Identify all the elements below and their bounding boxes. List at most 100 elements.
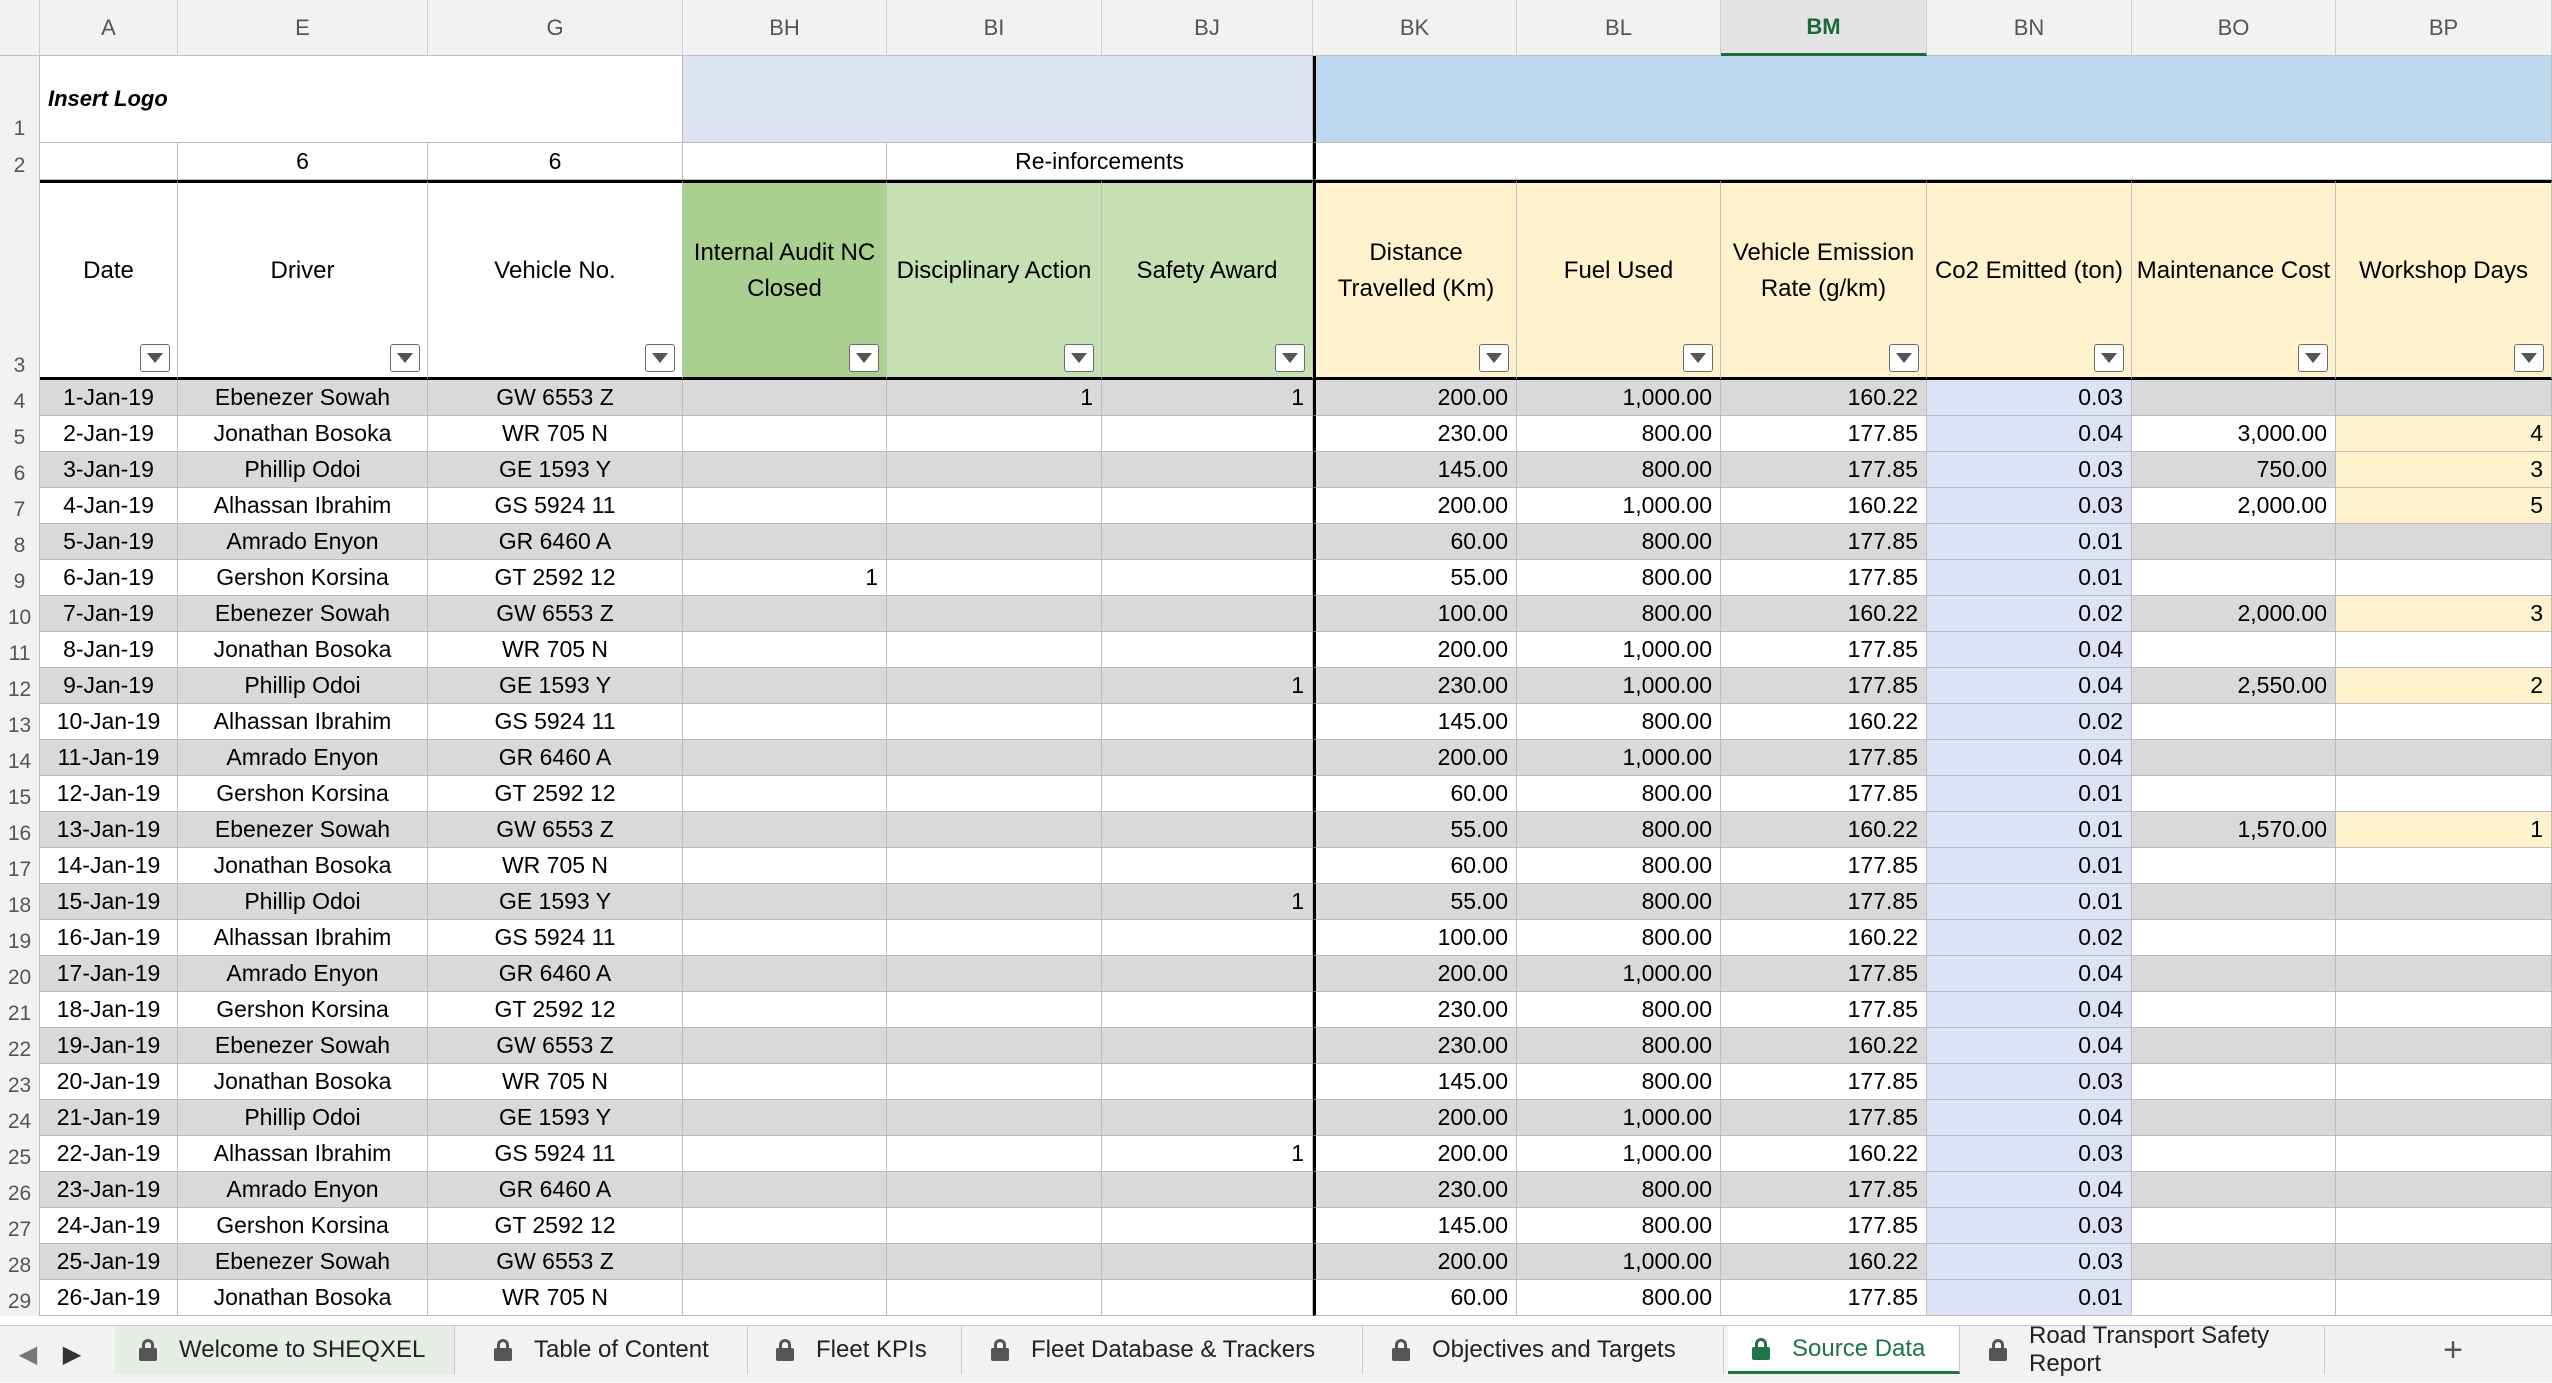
cell-d[interactable]: 26-Jan-19 — [40, 1280, 178, 1316]
cell-co2[interactable]: 0.01 — [1927, 812, 2132, 848]
row-header[interactable]: 18 — [0, 884, 40, 920]
cell-drv[interactable]: Gershon Korsina — [178, 560, 428, 596]
cell-co2[interactable]: 0.01 — [1927, 524, 2132, 560]
filter-dropdown-icon[interactable] — [2094, 344, 2124, 372]
cell-cost[interactable] — [2132, 1100, 2336, 1136]
cell-dist[interactable]: 200.00 — [1313, 1244, 1517, 1280]
cell-veh[interactable]: GW 6553 Z — [428, 596, 683, 632]
cell-award[interactable] — [1102, 452, 1313, 488]
cell-co2[interactable]: 0.01 — [1927, 1280, 2132, 1316]
cell-award[interactable] — [1102, 1244, 1313, 1280]
cell-nc[interactable] — [683, 812, 887, 848]
cell-fuel[interactable]: 800.00 — [1517, 1028, 1721, 1064]
cell-days[interactable] — [2336, 1172, 2552, 1208]
cell-nc[interactable] — [683, 956, 887, 992]
cell-d[interactable]: 20-Jan-19 — [40, 1064, 178, 1100]
cell-fuel[interactable]: 800.00 — [1517, 596, 1721, 632]
cell-co2[interactable]: 0.03 — [1927, 488, 2132, 524]
cell-drv[interactable]: Ebenezer Sowah — [178, 812, 428, 848]
cell-co2[interactable]: 0.01 — [1927, 848, 2132, 884]
cell-drv[interactable]: Amrado Enyon — [178, 1172, 428, 1208]
row-header[interactable]: 16 — [0, 812, 40, 848]
cell-disc[interactable] — [887, 992, 1102, 1028]
cell-drv[interactable]: Gershon Korsina — [178, 776, 428, 812]
cell-rate[interactable]: 177.85 — [1721, 740, 1927, 776]
cell-dist[interactable]: 200.00 — [1313, 956, 1517, 992]
cell-cost[interactable] — [2132, 704, 2336, 740]
row-header[interactable]: 6 — [0, 452, 40, 488]
cell-drv[interactable]: Alhassan Ibrahim — [178, 704, 428, 740]
cell-veh[interactable]: WR 705 N — [428, 1064, 683, 1100]
cell-dist[interactable]: 230.00 — [1313, 668, 1517, 704]
cell-days[interactable]: 5 — [2336, 488, 2552, 524]
cell-nc[interactable] — [683, 668, 887, 704]
cell-rate[interactable]: 177.85 — [1721, 1100, 1927, 1136]
cell-drv[interactable]: Alhassan Ibrahim — [178, 1136, 428, 1172]
cell-fuel[interactable]: 800.00 — [1517, 848, 1721, 884]
cell-disc[interactable] — [887, 1100, 1102, 1136]
cell-fuel[interactable]: 1,000.00 — [1517, 1100, 1721, 1136]
cell-veh[interactable]: WR 705 N — [428, 416, 683, 452]
sheet-tab-road-transport-safety-report[interactable]: Road Transport Safety Report — [1965, 1322, 2325, 1377]
cell-disc[interactable] — [887, 776, 1102, 812]
row-header[interactable]: 19 — [0, 920, 40, 956]
cell-dist[interactable]: 55.00 — [1313, 812, 1517, 848]
cell-disc[interactable] — [887, 1208, 1102, 1244]
cell-d[interactable]: 5-Jan-19 — [40, 524, 178, 560]
cell-co2[interactable]: 0.03 — [1927, 380, 2132, 416]
cell-drv[interactable]: Jonathan Bosoka — [178, 848, 428, 884]
cell-days[interactable] — [2336, 992, 2552, 1028]
cell-award[interactable] — [1102, 740, 1313, 776]
cell-dist[interactable]: 200.00 — [1313, 1100, 1517, 1136]
column-header-bk[interactable]: BK — [1313, 0, 1517, 56]
cell-days[interactable] — [2336, 1208, 2552, 1244]
cell-drv[interactable]: Ebenezer Sowah — [178, 380, 428, 416]
cell-rate[interactable]: 160.22 — [1721, 380, 1927, 416]
cell-award[interactable] — [1102, 1100, 1313, 1136]
cell-cost[interactable]: 3,000.00 — [2132, 416, 2336, 452]
sheet-tab-table-of-content[interactable]: Table of Content — [470, 1326, 748, 1374]
cell-co2[interactable]: 0.04 — [1927, 992, 2132, 1028]
cell-dist[interactable]: 200.00 — [1313, 632, 1517, 668]
cell-co2[interactable]: 0.04 — [1927, 416, 2132, 452]
row-header[interactable]: 12 — [0, 668, 40, 704]
cell-award[interactable] — [1102, 1172, 1313, 1208]
cell-disc[interactable] — [887, 1028, 1102, 1064]
cell-rate[interactable]: 177.85 — [1721, 1208, 1927, 1244]
cell-days[interactable] — [2336, 380, 2552, 416]
column-header-bp[interactable]: BP — [2336, 0, 2552, 56]
cell-days[interactable] — [2336, 740, 2552, 776]
cell-veh[interactable]: GS 5924 11 — [428, 704, 683, 740]
cell-disc[interactable] — [887, 704, 1102, 740]
cell-veh[interactable]: GS 5924 11 — [428, 920, 683, 956]
cell-d[interactable]: 14-Jan-19 — [40, 848, 178, 884]
cell-days[interactable] — [2336, 524, 2552, 560]
row-header[interactable]: 8 — [0, 524, 40, 560]
cell-disc[interactable] — [887, 416, 1102, 452]
row-header[interactable]: 26 — [0, 1172, 40, 1208]
column-header-bo[interactable]: BO — [2132, 0, 2336, 56]
cell-drv[interactable]: Jonathan Bosoka — [178, 1280, 428, 1316]
cell-veh[interactable]: GT 2592 12 — [428, 1208, 683, 1244]
cell-disc[interactable]: 1 — [887, 380, 1102, 416]
cell-fuel[interactable]: 1,000.00 — [1517, 1244, 1721, 1280]
cell-disc[interactable] — [887, 596, 1102, 632]
cell-nc[interactable] — [683, 1028, 887, 1064]
filter-dropdown-icon[interactable] — [1479, 344, 1509, 372]
row-header[interactable]: 5 — [0, 416, 40, 452]
row-header[interactable]: 17 — [0, 848, 40, 884]
cell-nc[interactable] — [683, 992, 887, 1028]
cell-co2[interactable]: 0.01 — [1927, 560, 2132, 596]
cell-rate[interactable]: 177.85 — [1721, 1280, 1927, 1316]
cell-award[interactable] — [1102, 776, 1313, 812]
cell-d[interactable]: 16-Jan-19 — [40, 920, 178, 956]
cell-nc[interactable]: 1 — [683, 560, 887, 596]
cell-award[interactable] — [1102, 596, 1313, 632]
filter-dropdown-icon[interactable] — [849, 344, 879, 372]
cell-fuel[interactable]: 800.00 — [1517, 776, 1721, 812]
cell-co2[interactable]: 0.04 — [1927, 668, 2132, 704]
cell-award[interactable] — [1102, 992, 1313, 1028]
cell-nc[interactable] — [683, 848, 887, 884]
cell-co2[interactable]: 0.03 — [1927, 1244, 2132, 1280]
cell-nc[interactable] — [683, 1208, 887, 1244]
